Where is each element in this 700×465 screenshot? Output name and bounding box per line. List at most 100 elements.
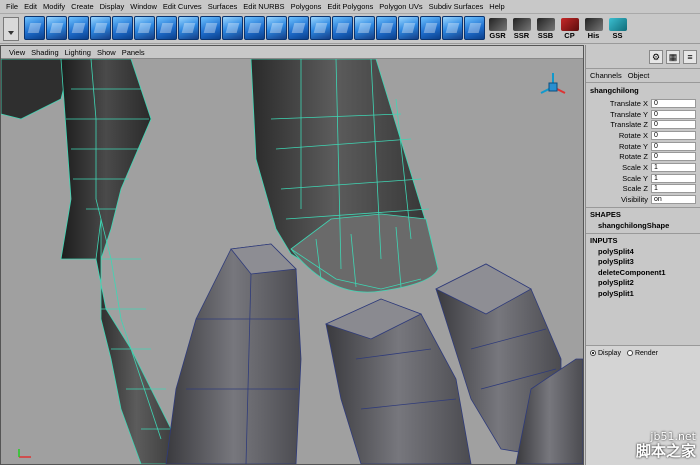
radio-display[interactable]: Display — [590, 350, 621, 357]
attr-label: Translate X — [609, 98, 648, 108]
poly-tool-icon[interactable] — [420, 16, 441, 40]
shape-node[interactable]: shangchilongShape — [586, 221, 700, 231]
poly-tool-icon[interactable] — [112, 16, 133, 40]
mesh-left-limb[interactable] — [1, 59, 187, 464]
attr-scale-y[interactable]: Scale Y1 — [586, 173, 700, 184]
poly-tool-icon[interactable] — [68, 16, 89, 40]
poly-tool-icon[interactable] — [310, 16, 331, 40]
panel-menu-panels[interactable]: Panels — [119, 48, 148, 57]
menu-polygon-uvs[interactable]: Polygon UVs — [376, 2, 425, 11]
attr-value-field[interactable]: 1 — [651, 184, 696, 194]
channel-box-icon[interactable]: ≡ — [683, 49, 697, 64]
attr-translate-x[interactable]: Translate X0 — [586, 98, 700, 109]
attr-visibility[interactable]: Visibility on — [586, 194, 700, 205]
attr-scale-x[interactable]: Scale X1 — [586, 162, 700, 173]
ssr-label: SSR — [513, 31, 530, 40]
attr-value-field[interactable]: 1 — [651, 173, 696, 183]
channel-box-toolbar: ⚙ ▦ ≡ — [586, 45, 700, 69]
poly-tool-icon[interactable] — [222, 16, 243, 40]
shelf-menu-button[interactable] — [3, 17, 19, 41]
poly-tool-icon[interactable] — [200, 16, 221, 40]
attr-label: Scale Y — [622, 173, 648, 183]
menu-polygons[interactable]: Polygons — [288, 2, 325, 11]
perspective-viewport[interactable]: View Shading Lighting Show Panels — [0, 45, 584, 465]
gsr-button[interactable]: GSR — [486, 16, 509, 40]
attr-rotate-z[interactable]: Rotate Z0 — [586, 151, 700, 162]
poly-tool-icon[interactable] — [134, 16, 155, 40]
attr-value-field[interactable]: 0 — [651, 152, 696, 162]
attr-value-field[interactable]: 0 — [651, 130, 696, 140]
attr-value-field[interactable]: 0 — [651, 109, 696, 119]
attr-label: Scale X — [622, 162, 648, 172]
attr-value-field[interactable]: on — [651, 195, 696, 205]
menu-subdiv-surfaces[interactable]: Subdiv Surfaces — [426, 2, 487, 11]
poly-tool-icon[interactable] — [46, 16, 67, 40]
menu-edit-polygons[interactable]: Edit Polygons — [324, 2, 376, 11]
input-node[interactable]: polySplit4 — [586, 247, 700, 258]
panel-menu-lighting[interactable]: Lighting — [62, 48, 94, 57]
attr-label: Translate Y — [610, 109, 648, 119]
poly-tool-icon[interactable] — [266, 16, 287, 40]
tool-shelf: GSR SSR SSB CP His SS — [0, 14, 700, 44]
radio-display-icon — [590, 350, 596, 357]
cp-button[interactable]: CP — [558, 16, 581, 40]
3d-scene[interactable] — [1, 59, 583, 464]
input-node[interactable]: deleteComponent1 — [586, 268, 700, 279]
attr-value-field[interactable]: 0 — [651, 120, 696, 130]
menu-surfaces[interactable]: Surfaces — [205, 2, 241, 11]
panel-menu-shading[interactable]: Shading — [28, 48, 62, 57]
menu-edit[interactable]: Edit — [21, 2, 40, 11]
his-label: His — [587, 31, 600, 40]
ssr-button[interactable]: SSR — [510, 16, 533, 40]
attr-translate-y[interactable]: Translate Y0 — [586, 109, 700, 120]
menu-display[interactable]: Display — [97, 2, 128, 11]
attr-scale-z[interactable]: Scale Z1 — [586, 184, 700, 195]
attr-value-field[interactable]: 0 — [651, 98, 696, 108]
menu-file[interactable]: File — [3, 2, 21, 11]
poly-tool-icon[interactable] — [354, 16, 375, 40]
poly-tool-icon[interactable] — [156, 16, 177, 40]
attr-value-field[interactable]: 1 — [651, 162, 696, 172]
ssb-button[interactable]: SSB — [534, 16, 557, 40]
ss-button[interactable]: SS — [606, 16, 629, 40]
menu-edit-nurbs[interactable]: Edit NURBS — [240, 2, 287, 11]
poly-tool-icon[interactable] — [178, 16, 199, 40]
attr-rotate-x[interactable]: Rotate X0 — [586, 130, 700, 141]
menu-edit-curves[interactable]: Edit Curves — [160, 2, 205, 11]
input-node[interactable]: polySplit2 — [586, 278, 700, 289]
main-menubar: File Edit Modify Create Display Window E… — [0, 0, 700, 14]
poly-tool-icon[interactable] — [244, 16, 265, 40]
channel-box-menu: Channels Object — [586, 69, 700, 83]
object-name[interactable]: shangchilong — [586, 83, 700, 98]
mesh-center-block[interactable] — [165, 243, 302, 464]
menu-help[interactable]: Help — [486, 2, 507, 11]
radio-render[interactable]: Render — [626, 350, 658, 357]
panel-menu-view[interactable]: View — [6, 48, 28, 57]
attribute-editor-icon[interactable]: ⚙ — [649, 49, 663, 64]
channel-box-tab-channels[interactable]: Channels — [590, 71, 622, 80]
menu-window[interactable]: Window — [127, 2, 160, 11]
attr-rotate-y[interactable]: Rotate Y0 — [586, 141, 700, 152]
his-button[interactable]: His — [582, 16, 605, 40]
attr-translate-z[interactable]: Translate Z0 — [586, 119, 700, 130]
poly-tool-icon[interactable] — [288, 16, 309, 40]
view-axis-gizmo-icon[interactable] — [540, 73, 566, 94]
radio-render-label: Render — [634, 350, 658, 357]
poly-tool-icon[interactable] — [90, 16, 111, 40]
poly-tool-icon[interactable] — [398, 16, 419, 40]
attr-label: Rotate X — [618, 130, 648, 140]
menu-modify[interactable]: Modify — [40, 2, 68, 11]
poly-tool-icon[interactable] — [24, 16, 45, 40]
input-node[interactable]: polySplit3 — [586, 257, 700, 268]
poly-tool-icon[interactable] — [442, 16, 463, 40]
tool-settings-icon[interactable]: ▦ — [666, 49, 680, 64]
poly-tool-icon[interactable] — [332, 16, 353, 40]
channel-box-tab-object[interactable]: Object — [628, 71, 650, 80]
panel-menu-show[interactable]: Show — [94, 48, 119, 57]
attr-value-field[interactable]: 0 — [651, 141, 696, 151]
channel-box: ⚙ ▦ ≡ Channels Object shangchilong Trans… — [585, 45, 700, 465]
input-node[interactable]: polySplit1 — [586, 289, 700, 300]
poly-tool-icon[interactable] — [376, 16, 397, 40]
poly-tool-icon[interactable] — [464, 16, 485, 40]
menu-create[interactable]: Create — [68, 2, 97, 11]
